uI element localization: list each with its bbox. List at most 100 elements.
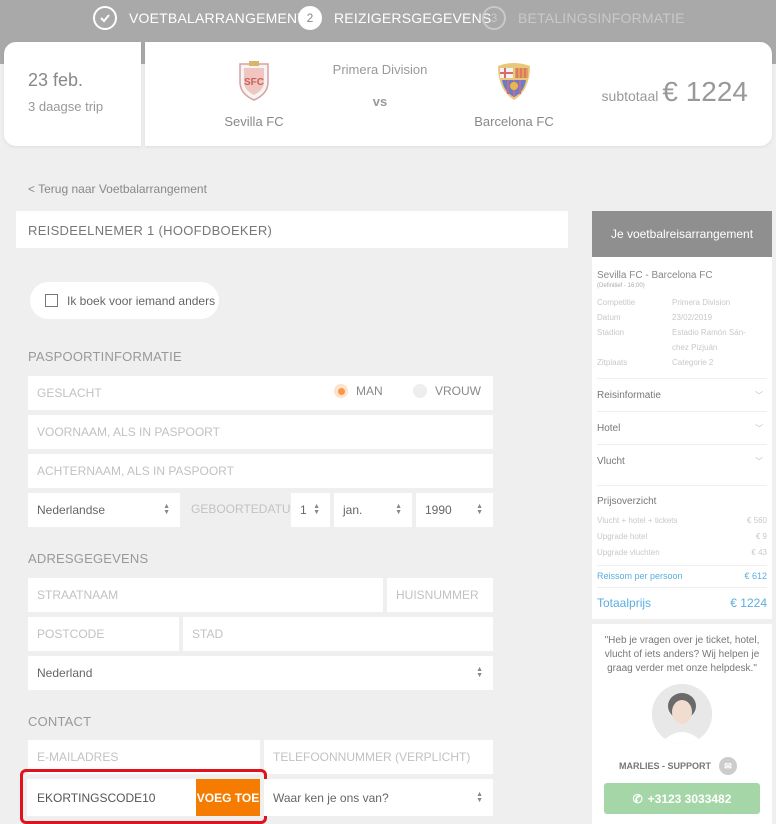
birth-day-select[interactable]: 1 ▲ ▼: [291, 493, 330, 527]
sevilla-crest-icon: SFC: [234, 60, 274, 102]
per-person-value: € 612: [744, 571, 767, 581]
street-input[interactable]: STRAATNAAM: [28, 578, 383, 612]
accordion-travel-info[interactable]: Reisinformatie ﹀: [597, 378, 767, 411]
lastname-placeholder: ACHTERNAAM, ALS IN PASPOORT: [37, 464, 234, 478]
barcelona-crest-icon: [494, 60, 534, 102]
match-date: 23 feb.: [28, 70, 84, 90]
phone-input[interactable]: TELEFOONNUMMER (VERPLICHT): [264, 740, 493, 774]
accordion-hotel[interactable]: Hotel ﹀: [597, 411, 767, 444]
book-for-other-checkbox[interactable]: [45, 294, 58, 307]
address-title: ADRESGEGEVENS: [28, 551, 149, 566]
gender-male-label: MAN: [356, 384, 383, 398]
step-voetbalarrangement[interactable]: VOETBALARRANGEMENT: [93, 6, 306, 30]
price-label: Vlucht + hotel + tickets: [597, 516, 678, 525]
accordion-label: Hotel: [597, 422, 621, 434]
summary-value: Estadio Ramón Sán-: [672, 328, 746, 337]
contact-title: CONTACT: [28, 714, 92, 729]
trip-duration: 3 daagse trip: [28, 99, 104, 114]
step-reizigersgegevens[interactable]: 2 REIZIGERSGEGEVENS: [298, 6, 491, 30]
accordion-flight[interactable]: Vlucht ﹀: [597, 444, 767, 477]
select-arrows-icon: ▲ ▼: [313, 503, 320, 516]
gender-label: GESLACHT: [37, 386, 102, 400]
support-agent: MARLIES - SUPPORT ✉: [619, 757, 738, 775]
match-card: SFC Sevilla FC Primera Division vs Barce…: [145, 42, 772, 146]
support-card: "Heb je vragen over je ticket, hotel, vl…: [592, 624, 772, 824]
summary-value: chez Pizjuán: [672, 343, 718, 352]
book-for-other-toggle[interactable]: Ik boek voor iemand anders: [30, 282, 219, 319]
firstname-placeholder: VOORNAAM, ALS IN PASPOORT: [37, 425, 220, 439]
book-for-other-label: Ik boek voor iemand anders: [67, 293, 216, 308]
away-team: Barcelona FC: [454, 60, 574, 129]
summary-match: Sevilla FC - Barcelona FC: [597, 270, 713, 281]
housenumber-input[interactable]: HUISNUMMER: [387, 578, 493, 612]
phone-placeholder: TELEFOONNUMMER (VERPLICHT): [273, 750, 471, 764]
summary-row: Zitplaats Categorie 2: [597, 355, 767, 370]
summary-value: Primera Division: [672, 298, 731, 307]
referral-source-value: Waar ken je ons van?: [273, 790, 389, 805]
home-team-name: Sevilla FC: [224, 114, 284, 129]
summary-value: Categorie 2: [672, 358, 714, 367]
versus-label: vs: [372, 94, 388, 109]
total-value: € 1224: [730, 596, 767, 610]
birth-month-value: jan.: [343, 503, 363, 517]
support-agent-name: MARLIES - SUPPORT: [619, 761, 712, 771]
gender-female-label: VROUW: [435, 384, 481, 398]
country-select[interactable]: Nederland ▲ ▼: [28, 656, 493, 690]
step-label: REIZIGERSGEGEVENS: [334, 10, 492, 26]
firstname-input[interactable]: VOORNAAM, ALS IN PASPOORT: [28, 415, 493, 449]
total-price: Totaalprijs € 1224: [597, 587, 767, 610]
support-quote: "Heb je vragen over je ticket, hotel, vl…: [604, 635, 760, 674]
summary-row: Competitie Primera Division: [597, 295, 767, 310]
lastname-input[interactable]: ACHTERNAAM, ALS IN PASPOORT: [28, 454, 493, 488]
support-phone: +3123 3033482: [647, 791, 732, 806]
league-name: Primera Division: [332, 62, 428, 77]
referral-source-select[interactable]: Waar ken je ons van? ▲ ▼: [264, 779, 493, 816]
price-label: Upgrade vluchten: [597, 548, 660, 557]
step-label: VOETBALARRANGEMENT: [129, 10, 307, 26]
add-discount-button[interactable]: VOEG TOE: [196, 779, 260, 816]
radio-unselected-icon[interactable]: [413, 384, 427, 398]
summary-key: Datum: [597, 313, 621, 322]
city-input[interactable]: STAD: [183, 617, 493, 651]
step-number: 3: [482, 6, 506, 30]
phone-icon: ✆: [632, 791, 643, 806]
birth-month-select[interactable]: jan. ▲ ▼: [334, 493, 412, 527]
gender-male-option[interactable]: MAN: [334, 384, 383, 398]
check-icon: [93, 6, 117, 30]
birth-year-select[interactable]: 1990 ▲ ▼: [416, 493, 493, 527]
summary-row: chez Pizjuán: [597, 340, 767, 355]
svg-text:SFC: SFC: [244, 77, 264, 88]
birth-day-value: 1: [300, 503, 307, 517]
price-row: Upgrade vluchten € 43: [597, 545, 767, 561]
traveler-section-title: REISDEELNEMER 1 (HOOFDBOEKER): [16, 211, 568, 248]
passport-title: PASPOORTINFORMATIE: [28, 349, 182, 364]
total-label: Totaalprijs: [597, 596, 652, 610]
back-link[interactable]: < Terug naar Voetbalarrangement: [28, 182, 207, 196]
postcode-input[interactable]: POSTCODE: [28, 617, 179, 651]
price-row: Vlucht + hotel + tickets € 560: [597, 513, 767, 529]
price-label: Upgrade hotel: [597, 532, 648, 541]
per-person-label: Reissom per persoon: [597, 571, 683, 581]
price-value: € 43: [751, 548, 767, 557]
price-value: € 9: [755, 532, 767, 541]
step-betalingsinformatie[interactable]: 3 BETALINGSINFORMATIE: [482, 6, 685, 30]
per-person-price: Reissom per persoon € 612: [597, 565, 767, 581]
country-value: Nederland: [37, 666, 93, 680]
city-placeholder: STAD: [192, 627, 224, 641]
mail-icon[interactable]: ✉: [719, 757, 738, 775]
summary-row: Stadion Estadio Ramón Sán-: [597, 325, 767, 340]
radio-selected-icon[interactable]: [334, 384, 348, 398]
discount-code-value: EKORTINGSCODE10: [37, 790, 156, 805]
gender-female-option[interactable]: VROUW: [413, 384, 481, 398]
home-team: SFC Sevilla FC: [194, 60, 314, 129]
birth-year-value: 1990: [425, 503, 452, 517]
call-support-button[interactable]: ✆ +3123 3033482: [604, 783, 760, 814]
price-lines: Vlucht + hotel + tickets € 560 Upgrade ho…: [597, 513, 767, 561]
summary-key: Stadion: [597, 328, 625, 337]
nationality-value: Nederlandse: [37, 503, 106, 517]
select-arrows-icon: ▲ ▼: [476, 666, 483, 679]
nationality-select[interactable]: Nederlandse ▲ ▼: [28, 493, 180, 527]
select-arrows-icon: ▲ ▼: [476, 791, 483, 804]
summary-definitive: (Definitief - 16:00): [597, 283, 645, 289]
subtotal-amount: € 1224: [662, 76, 748, 107]
